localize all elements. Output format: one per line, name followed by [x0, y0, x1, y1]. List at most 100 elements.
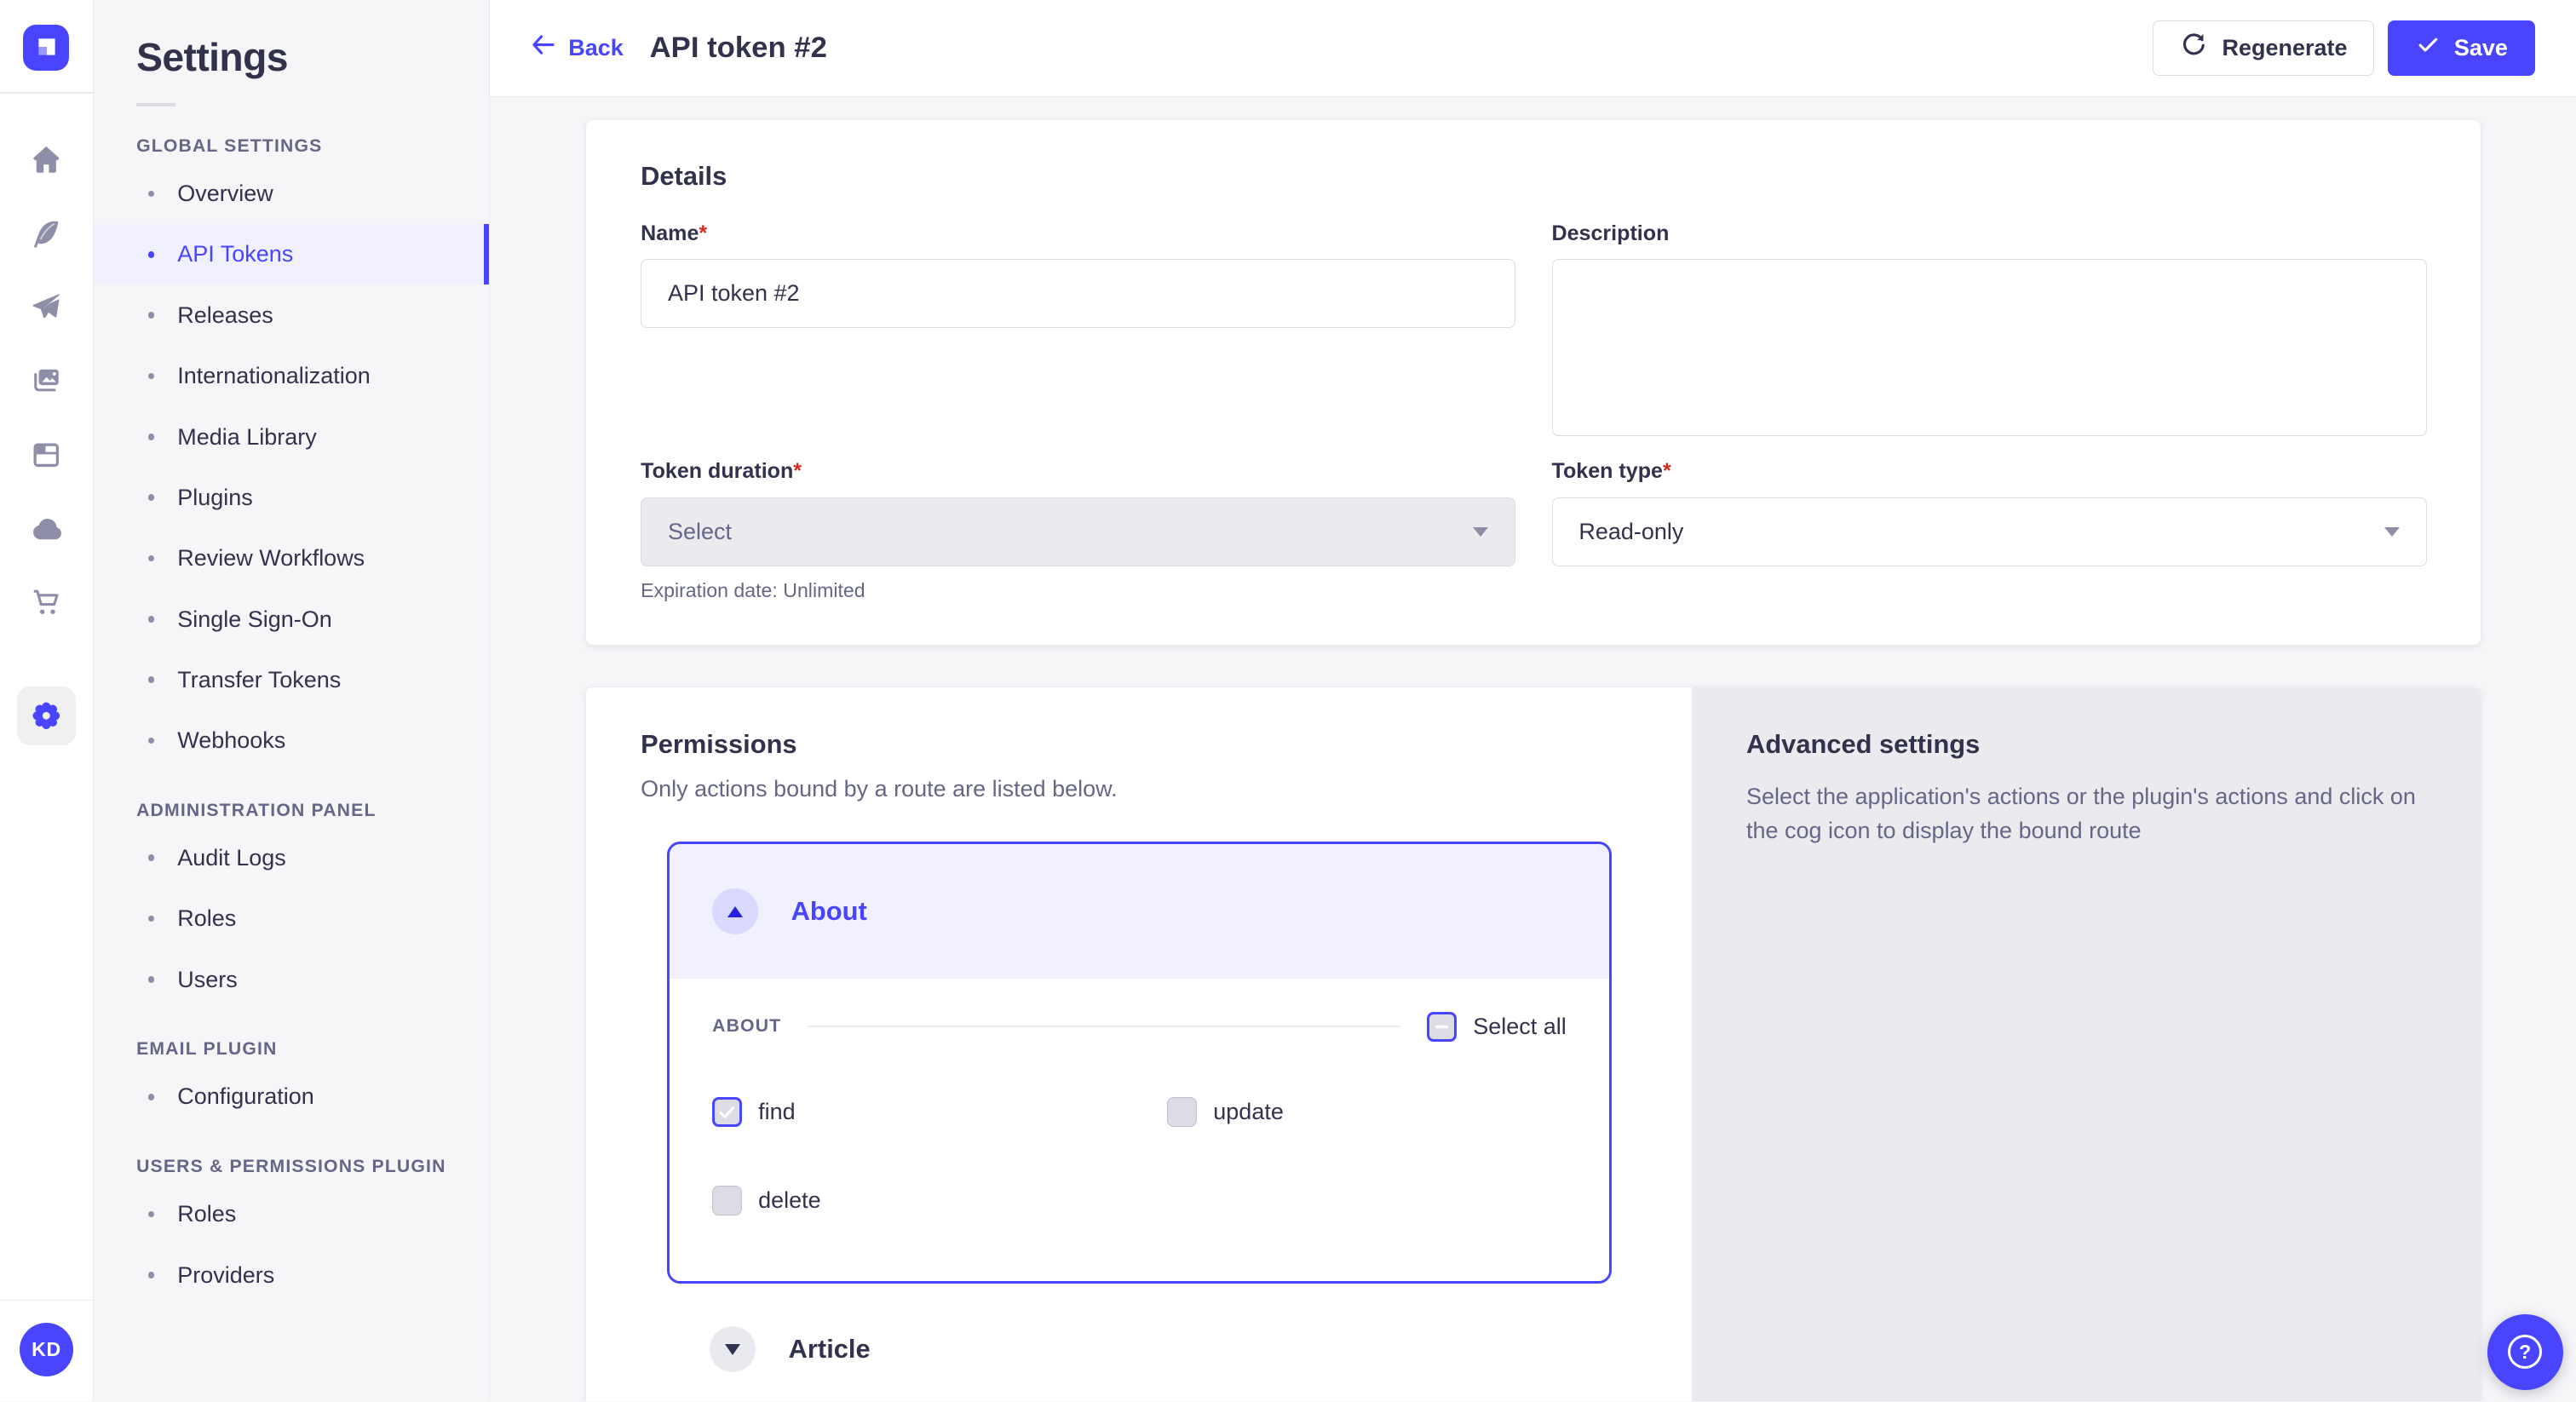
advanced-settings-description: Select the application's actions or the … — [1746, 779, 2426, 848]
sidebar-item-audit-logs[interactable]: Audit Logs — [94, 828, 489, 888]
rail-divider — [0, 1300, 93, 1301]
section-label: ADMINISTRATION PANEL — [94, 801, 489, 821]
required-marker: * — [793, 459, 802, 483]
sidebar-item-label: Review Workflows — [177, 541, 365, 576]
name-input[interactable]: API token #2 — [641, 259, 1515, 328]
main-area: Back API token #2 Regenerate Save Detail… — [490, 0, 2576, 1401]
sidebar-item-label: Releases — [177, 298, 273, 333]
sidebar-item-transfer-tokens[interactable]: Transfer Tokens — [94, 649, 489, 710]
regenerate-button[interactable]: Regenerate — [2153, 20, 2375, 77]
sidebar-item-overview[interactable]: Overview — [94, 164, 489, 224]
accordion-article-header[interactable]: Article — [667, 1284, 1612, 1401]
accordion-about-label: About — [791, 896, 867, 927]
sidebar-item-admin-roles[interactable]: Roles — [94, 888, 489, 949]
accordion-about: About ABOUT Select all — [667, 842, 1612, 1284]
bullet-icon — [148, 1211, 155, 1218]
advanced-settings-heading: Advanced settings — [1746, 729, 2426, 760]
sidebar-item-label: Single Sign-On — [177, 602, 332, 637]
action-label: update — [1213, 1099, 1284, 1125]
sidebar-item-label: Roles — [177, 901, 236, 936]
divider — [808, 1026, 1400, 1027]
refresh-icon — [2179, 31, 2209, 66]
permissions-heading: Permissions — [641, 729, 1638, 760]
settings-sidebar: Settings GLOBAL SETTINGS Overview API To… — [94, 0, 490, 1401]
select-all-checkbox[interactable] — [1427, 1012, 1457, 1042]
token-duration-select[interactable]: Select — [641, 497, 1515, 566]
bullet-icon — [148, 976, 155, 983]
sidebar-item-internationalization[interactable]: Internationalization — [94, 346, 489, 406]
home-icon[interactable] — [30, 143, 63, 176]
action-label: find — [758, 1099, 796, 1125]
accordion-about-header[interactable]: About — [670, 844, 1609, 979]
gear-icon-active[interactable] — [17, 687, 76, 745]
sidebar-item-label: API Tokens — [177, 237, 293, 272]
expand-toggle-button[interactable] — [710, 1326, 756, 1372]
sidebar-item-single-sign-on[interactable]: Single Sign-On — [94, 589, 489, 649]
strapi-admin-app: KD Settings GLOBAL SETTINGS Overview API… — [0, 0, 2576, 1401]
token-type-label: Token type* — [1552, 459, 2427, 484]
sidebar-item-plugins[interactable]: Plugins — [94, 467, 489, 527]
sidebar-item-label: Webhooks — [177, 723, 285, 758]
description-textarea[interactable] — [1552, 259, 2427, 436]
collapse-toggle-button[interactable] — [712, 888, 758, 934]
sidebar-item-label: Transfer Tokens — [177, 663, 341, 698]
back-label: Back — [568, 35, 624, 61]
help-button[interactable]: ? — [2487, 1314, 2563, 1390]
permissions-subtitle: Only actions bound by a route are listed… — [641, 776, 1638, 802]
bullet-icon — [148, 676, 155, 683]
permissions-panel: Permissions Only actions bound by a rout… — [586, 687, 1692, 1401]
back-link[interactable]: Back — [531, 34, 624, 61]
expiration-hint: Expiration date: Unlimited — [641, 579, 1515, 602]
update-checkbox[interactable] — [1167, 1097, 1197, 1127]
sidebar-item-review-workflows[interactable]: Review Workflows — [94, 528, 489, 589]
regenerate-label: Regenerate — [2222, 35, 2348, 61]
images-icon[interactable] — [30, 365, 63, 398]
token-type-select[interactable]: Read-only — [1552, 497, 2427, 566]
chevron-down-icon — [1473, 527, 1488, 537]
sidebar-item-up-roles[interactable]: Roles — [94, 1184, 489, 1244]
permission-action-delete: delete — [712, 1186, 1167, 1215]
paper-plane-icon[interactable] — [30, 290, 63, 324]
user-avatar[interactable]: KD — [20, 1323, 74, 1377]
find-checkbox[interactable] — [712, 1097, 742, 1127]
sidebar-item-label: Providers — [177, 1258, 274, 1293]
sidebar-item-admin-users[interactable]: Users — [94, 949, 489, 1009]
bullet-icon — [148, 1094, 155, 1100]
cloud-icon[interactable] — [30, 513, 63, 546]
cart-icon[interactable] — [30, 586, 63, 619]
nav-rail: KD — [0, 0, 94, 1401]
check-icon — [2415, 32, 2441, 64]
save-label: Save — [2454, 35, 2508, 61]
save-button[interactable]: Save — [2388, 20, 2535, 77]
page-header: Back API token #2 Regenerate Save — [490, 0, 2576, 97]
sidebar-item-releases[interactable]: Releases — [94, 284, 489, 345]
layout-icon[interactable] — [30, 439, 63, 472]
sidebar-item-webhooks[interactable]: Webhooks — [94, 710, 489, 771]
check-icon — [716, 1100, 739, 1123]
sidebar-item-label: Configuration — [177, 1079, 314, 1114]
action-label: delete — [758, 1187, 821, 1214]
sidebar-item-media-library[interactable]: Media Library — [94, 406, 489, 467]
description-label: Description — [1552, 221, 2427, 246]
page-title: API token #2 — [650, 32, 827, 65]
sidebar-item-up-providers[interactable]: Providers — [94, 1244, 489, 1305]
bullet-icon — [148, 616, 155, 623]
sidebar-section-administration-panel: ADMINISTRATION PANEL Audit Logs Roles Us… — [94, 801, 489, 1010]
feather-icon[interactable] — [30, 217, 63, 250]
token-duration-label: Token duration* — [641, 459, 1515, 484]
description-field-group: Description — [1552, 221, 2427, 437]
bullet-icon — [148, 555, 155, 562]
permissions-card: Permissions Only actions bound by a rout… — [586, 687, 2481, 1401]
accordion-about-body: ABOUT Select all find — [670, 979, 1609, 1281]
sidebar-item-email-configuration[interactable]: Configuration — [94, 1066, 489, 1127]
strapi-logo-icon[interactable] — [23, 25, 69, 71]
sidebar-title: Settings — [136, 34, 489, 80]
indeterminate-icon — [1430, 1015, 1453, 1038]
sidebar-item-api-tokens[interactable]: API Tokens — [94, 224, 489, 284]
rail-divider — [0, 92, 93, 94]
name-value: API token #2 — [668, 280, 800, 307]
bullet-icon — [148, 191, 155, 198]
sidebar-section-email-plugin: EMAIL PLUGIN Configuration — [94, 1039, 489, 1127]
delete-checkbox[interactable] — [712, 1186, 742, 1215]
required-marker: * — [1663, 459, 1671, 483]
